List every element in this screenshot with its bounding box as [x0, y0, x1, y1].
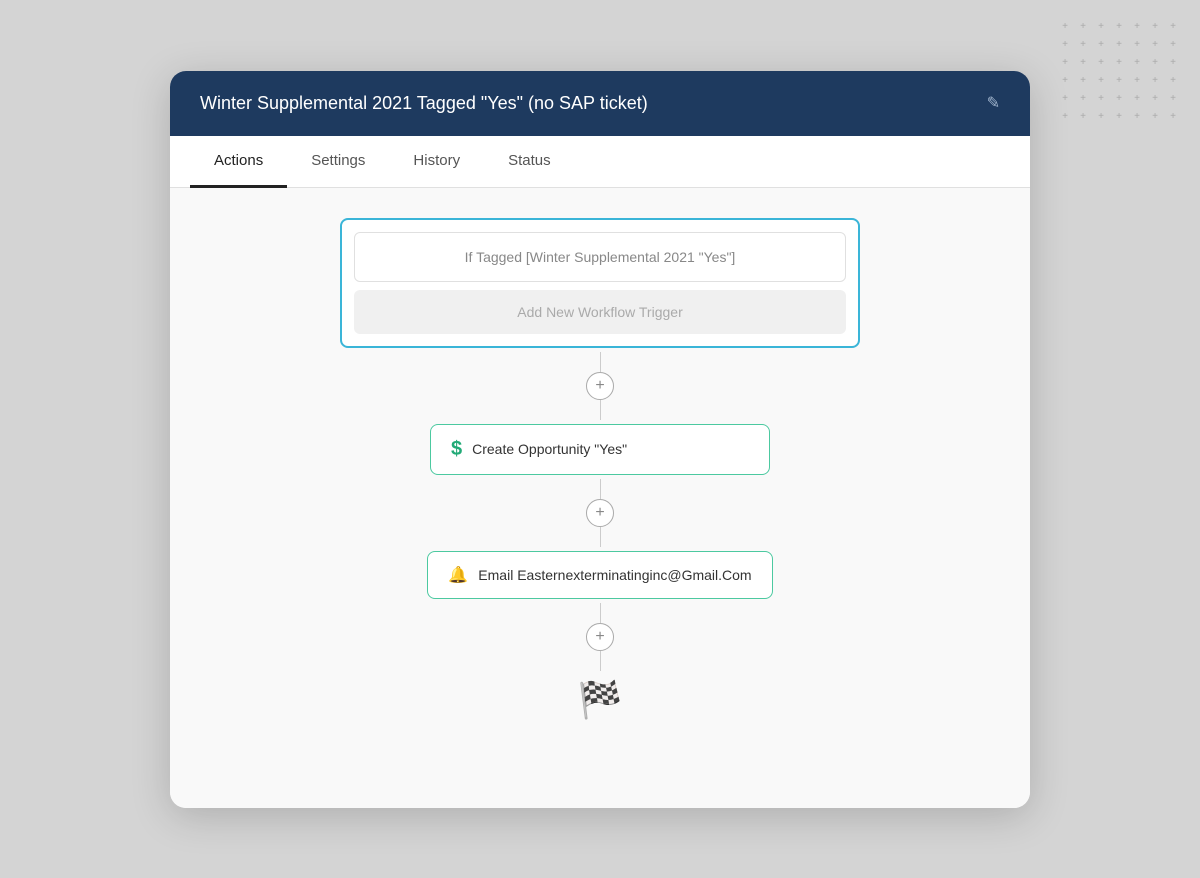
edit-icon[interactable]: ✎	[987, 93, 1000, 113]
plus-decoration: +	[1094, 56, 1108, 70]
plus-decoration: +	[1148, 20, 1162, 34]
connector-line-2	[600, 479, 601, 499]
add-trigger-button[interactable]: Add New Workflow Trigger	[354, 290, 846, 334]
connector-1: +	[586, 352, 614, 420]
plus-decoration: +	[1130, 74, 1144, 88]
plus-decoration: +	[1076, 56, 1090, 70]
workflow-title: Winter Supplemental 2021 Tagged "Yes" (n…	[200, 93, 975, 114]
connector-line-3b	[600, 651, 601, 671]
plus-decoration: +	[1166, 38, 1180, 52]
tab-settings[interactable]: Settings	[287, 136, 389, 188]
card-body: If Tagged [Winter Supplemental 2021 "Yes…	[170, 188, 1030, 808]
plus-decoration: +	[1112, 74, 1126, 88]
tabs-bar: Actions Settings History Status	[170, 136, 1030, 188]
add-step-button-1[interactable]: +	[586, 372, 614, 400]
action-label-1: Create Opportunity "Yes"	[472, 441, 627, 457]
plus-decoration: +	[1112, 110, 1126, 124]
plus-decoration: +	[1112, 20, 1126, 34]
plus-decoration: +	[1148, 38, 1162, 52]
plus-decoration: +	[1094, 20, 1108, 34]
plus-decoration: +	[1148, 56, 1162, 70]
plus-decoration: +	[1112, 38, 1126, 52]
plus-decoration: +	[1148, 110, 1162, 124]
plus-decoration: +	[1166, 56, 1180, 70]
plus-decoration: +	[1058, 74, 1072, 88]
connector-line-3	[600, 603, 601, 623]
action-label-2: Email Easternexterminatinginc@Gmail.Com	[478, 567, 751, 583]
plus-decoration: +	[1058, 38, 1072, 52]
action-node-create-opportunity[interactable]: $ Create Opportunity "Yes"	[430, 424, 770, 475]
plus-decoration: +	[1130, 110, 1144, 124]
plus-decoration: +	[1130, 38, 1144, 52]
plus-decoration: +	[1166, 92, 1180, 106]
outer-wrapper: + + + + + + + + + + + + + + + + + + + + + + + + + + + + + + + + + + + + + + + +…	[0, 0, 1200, 878]
connector-2: +	[586, 479, 614, 547]
plus-decoration: +	[1076, 38, 1090, 52]
plus-decoration: +	[1148, 92, 1162, 106]
bell-icon: 🔔	[448, 565, 468, 585]
plus-decoration: +	[1130, 56, 1144, 70]
plus-decoration: +	[1130, 20, 1144, 34]
trigger-block: If Tagged [Winter Supplemental 2021 "Yes…	[340, 218, 860, 348]
trigger-condition[interactable]: If Tagged [Winter Supplemental 2021 "Yes…	[354, 232, 846, 282]
plus-decoration: +	[1166, 20, 1180, 34]
connector-3: +	[586, 603, 614, 671]
tab-history[interactable]: History	[389, 136, 484, 188]
card-header: Winter Supplemental 2021 Tagged "Yes" (n…	[170, 71, 1030, 136]
plus-decoration: +	[1166, 74, 1180, 88]
plus-decoration: +	[1076, 110, 1090, 124]
plus-decoration: +	[1094, 110, 1108, 124]
plus-decoration: +	[1076, 74, 1090, 88]
plus-pattern: + + + + + + + + + + + + + + + + + + + + + + + + + + + + + + + + + + + + + + + +…	[1058, 20, 1180, 124]
plus-decoration: +	[1058, 20, 1072, 34]
plus-decoration: +	[1094, 38, 1108, 52]
plus-decoration: +	[1076, 20, 1090, 34]
plus-decoration: +	[1058, 110, 1072, 124]
plus-decoration: +	[1166, 110, 1180, 124]
dollar-icon: $	[451, 438, 462, 461]
plus-decoration: +	[1058, 92, 1072, 106]
plus-decoration: +	[1094, 92, 1108, 106]
connector-line-1	[600, 352, 601, 372]
main-card: Winter Supplemental 2021 Tagged "Yes" (n…	[170, 71, 1030, 808]
plus-decoration: +	[1076, 92, 1090, 106]
action-node-email[interactable]: 🔔 Email Easternexterminatinginc@Gmail.Co…	[427, 551, 772, 599]
plus-decoration: +	[1130, 92, 1144, 106]
finish-flag: 🏁	[578, 679, 623, 721]
add-step-button-2[interactable]: +	[586, 499, 614, 527]
plus-decoration: +	[1112, 56, 1126, 70]
connector-line-2b	[600, 527, 601, 547]
add-step-button-3[interactable]: +	[586, 623, 614, 651]
tab-status[interactable]: Status	[484, 136, 575, 188]
plus-decoration: +	[1148, 74, 1162, 88]
plus-decoration: +	[1094, 74, 1108, 88]
plus-decoration: +	[1112, 92, 1126, 106]
tab-actions[interactable]: Actions	[190, 136, 287, 188]
connector-line-1b	[600, 400, 601, 420]
plus-decoration: +	[1058, 56, 1072, 70]
